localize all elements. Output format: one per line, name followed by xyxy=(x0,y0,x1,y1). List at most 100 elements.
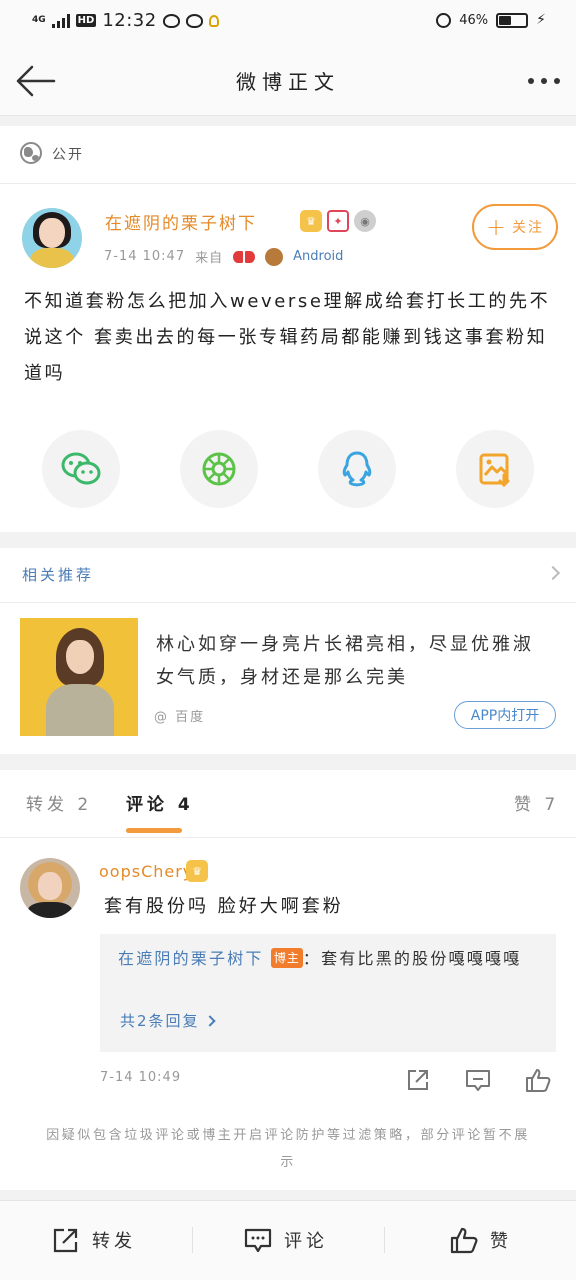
globe-icon xyxy=(20,142,42,164)
author-tag: 博主 xyxy=(270,948,303,968)
repost-button[interactable]: 转发 xyxy=(52,1223,136,1257)
comment-item: oopsCheryl ♛ 套有股份吗 脸好大啊套粉 在遮阴的栗子树下 博主 ：套有… xyxy=(0,838,576,1114)
comment-repost-button[interactable] xyxy=(404,1066,434,1096)
divider xyxy=(0,602,576,603)
commenter-face xyxy=(38,872,62,900)
follow-label: 关注 xyxy=(512,220,545,236)
chevron-right-icon[interactable] xyxy=(545,565,561,581)
author-badges: ♛ ✦ ◉ xyxy=(300,210,376,232)
bear-icon xyxy=(265,247,284,266)
tab-likes-count: 7 xyxy=(544,795,560,815)
comment-text: 套有股份吗 脸好大啊套粉 xyxy=(104,896,344,917)
visibility-label: 公开 xyxy=(52,147,84,163)
comment-icon xyxy=(466,1070,490,1091)
tab-likes[interactable]: 赞 7 xyxy=(514,790,559,815)
avatar-body xyxy=(30,248,74,268)
divider xyxy=(192,1227,193,1253)
thumbs-up-icon xyxy=(450,1227,478,1254)
network-indicator: 4G xyxy=(32,15,46,25)
tab-reposts[interactable]: 转发 2 xyxy=(26,790,92,815)
comment-like-button[interactable] xyxy=(524,1066,554,1096)
more-dot-icon xyxy=(528,78,534,84)
commenter-username[interactable]: oopsCheryl xyxy=(99,862,199,881)
share-row xyxy=(0,430,576,510)
hd-badge: HD xyxy=(75,14,97,27)
open-in-app-button[interactable]: APP内打开 xyxy=(454,701,556,729)
save-image-button[interactable] xyxy=(456,430,534,508)
nav-bar: 微博正文 xyxy=(0,46,576,116)
post-time: 7-14 10:47 xyxy=(104,249,186,264)
medal-badge-icon[interactable]: ◉ xyxy=(354,210,376,232)
active-tab-indicator xyxy=(126,828,182,833)
status-right: 46% ⚡ xyxy=(436,12,546,28)
follow-button[interactable]: + 关注 xyxy=(472,204,558,250)
repost-icon xyxy=(53,1228,78,1253)
repost-icon xyxy=(408,1070,428,1090)
page-title: 微博正文 xyxy=(236,70,340,94)
tab-reposts-count: 2 xyxy=(77,795,93,815)
tab-comments-label: 评论 xyxy=(126,795,168,815)
share-qq-button[interactable] xyxy=(318,430,396,508)
like-button[interactable]: 赞 xyxy=(450,1223,512,1257)
bow-icon xyxy=(233,249,256,265)
source-prefix: 来自 xyxy=(195,251,224,266)
reply-line: 在遮阴的栗子树下 博主 ：套有比黑的股份嘎嘎嘎嘎 xyxy=(118,942,538,976)
view-replies-link[interactable]: 共2条回复 xyxy=(120,1010,216,1031)
more-options-button[interactable] xyxy=(520,68,560,94)
chevron-right-icon xyxy=(203,1015,216,1027)
battery-percent: 46% xyxy=(459,12,489,28)
weibo-notification-icon xyxy=(162,13,180,28)
save-image-icon xyxy=(479,453,510,487)
comment-icon xyxy=(244,1228,272,1253)
commenter-avatar[interactable] xyxy=(20,858,80,918)
moments-icon xyxy=(202,452,236,486)
status-time: 12:32 xyxy=(102,10,157,31)
reply-username[interactable]: 在遮阴的栗子树下 xyxy=(118,949,264,968)
thumbs-up-icon xyxy=(526,1069,551,1092)
filter-notice-text: 因疑似包含垃圾评论或博主开启评论防护等过滤策略，部分评论暂不展示 xyxy=(46,1128,530,1170)
comment-time: 7-14 10:49 xyxy=(100,1070,182,1085)
share-wechat-button[interactable] xyxy=(42,430,120,508)
weibo-post-screen: 4G HD 12:32 46% ⚡ 微博正文 公开 在遮阴的栗子树下 ♛ ✦ ◉… xyxy=(0,0,576,1280)
bulb-notification-icon xyxy=(208,14,219,27)
visibility-row: 公开 xyxy=(0,126,576,184)
post-text: 不知道套粉怎么把加入weverse理解成给套打长工的先不说这个 套卖出去的每一张… xyxy=(24,291,551,384)
like-label: 赞 xyxy=(490,1231,512,1252)
interaction-tabs: 转发 2 评论 4 赞 7 xyxy=(0,770,576,838)
related-thumbnail[interactable] xyxy=(20,618,138,736)
avatar-face xyxy=(39,218,65,248)
status-left: 4G HD 12:32 xyxy=(32,10,219,31)
battery-icon xyxy=(496,12,529,28)
vip-crown-icon[interactable]: ♛ xyxy=(300,210,322,232)
weibo-notification-icon-2 xyxy=(185,13,203,28)
related-item-text[interactable]: 林心如穿一身亮片长裙亮相，尽显优雅淑女气质，身材还是那么完美 xyxy=(156,628,548,694)
tab-likes-label: 赞 xyxy=(514,795,535,815)
author-avatar[interactable] xyxy=(22,208,82,268)
qq-icon xyxy=(342,451,372,487)
charging-icon: ⚡ xyxy=(536,12,546,28)
comment-reply-button[interactable] xyxy=(464,1066,494,1096)
bottom-action-bar: 转发 评论 赞 xyxy=(0,1200,576,1280)
repost-label: 转发 xyxy=(92,1231,136,1252)
related-title[interactable]: 相关推荐 xyxy=(22,564,94,585)
post-device[interactable]: Android xyxy=(293,249,343,264)
post-card: 在遮阴的栗子树下 ♛ ✦ ◉ 7-14 10:47 来自 Android + 关… xyxy=(0,184,576,532)
vip-crown-icon[interactable]: ♛ xyxy=(186,860,208,882)
comment-button[interactable]: 评论 xyxy=(244,1223,328,1257)
thumbnail-face xyxy=(66,640,94,674)
reply-preview[interactable]: 在遮阴的栗子树下 博主 ：套有比黑的股份嘎嘎嘎嘎 共2条回复 xyxy=(100,934,556,1052)
gift-badge-icon[interactable]: ✦ xyxy=(327,210,349,232)
share-moments-button[interactable] xyxy=(180,430,258,508)
divider xyxy=(384,1227,385,1253)
filter-notice: 因疑似包含垃圾评论或博主开启评论防护等过滤策略，部分评论暂不展示 xyxy=(0,1114,576,1190)
tab-comments[interactable]: 评论 4 xyxy=(126,790,194,815)
tab-comments-count: 4 xyxy=(177,795,194,815)
comment-label: 评论 xyxy=(284,1231,328,1252)
author-username[interactable]: 在遮阴的栗子树下 xyxy=(105,209,257,234)
plus-icon: + xyxy=(485,213,509,241)
more-dot-icon xyxy=(554,78,560,84)
commenter-body xyxy=(28,902,72,918)
signal-icon xyxy=(51,13,70,28)
alarm-icon xyxy=(436,12,452,28)
view-replies-label: 共2条回复 xyxy=(120,1012,200,1030)
